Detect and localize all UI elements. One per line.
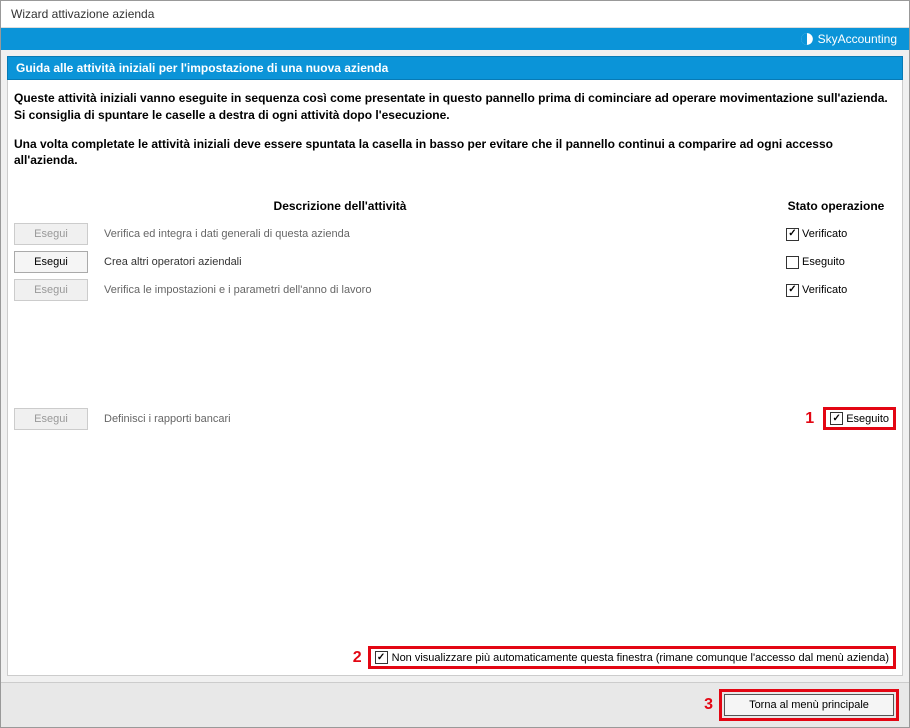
content-panel: Guida alle attività iniziali per l'impos…: [1, 50, 909, 682]
highlight-box-1: Eseguito: [823, 407, 896, 430]
status-label: Verificato: [802, 284, 847, 296]
activity-desc: Definisci i rapporti bancari: [104, 413, 805, 425]
status-checkbox[interactable]: [830, 412, 843, 425]
window-title: Wizard attivazione azienda: [1, 1, 909, 28]
status-checkbox[interactable]: [786, 284, 799, 297]
activity-row-bank: Esegui Definisci i rapporti bancari 1 Es…: [14, 407, 896, 430]
activities-section: Descrizione dell'attività Stato operazio…: [14, 199, 896, 436]
activity-desc: Verifica ed integra i dati generali di q…: [104, 228, 786, 240]
activity-desc: Verifica le impostazioni e i parametri d…: [104, 284, 786, 296]
guide-header: Guida alle attività iniziali per l'impos…: [7, 56, 903, 80]
status-checkbox[interactable]: [786, 228, 799, 241]
hide-window-checkbox[interactable]: [375, 651, 388, 664]
columns-header: Descrizione dell'attività Stato operazio…: [14, 199, 896, 213]
highlight-box-3: Torna al menù principale: [719, 689, 899, 721]
status-label: Eseguito: [802, 256, 845, 268]
annotation-1: 1: [805, 410, 814, 428]
status-label: Verificato: [802, 228, 847, 240]
annotation-3: 3: [704, 696, 713, 714]
activity-row: Esegui Verifica ed integra i dati genera…: [14, 223, 896, 245]
activity-desc: Crea altri operatori aziendali: [104, 256, 786, 268]
brand-logo-icon: [800, 32, 814, 46]
execute-button[interactable]: Esegui: [14, 279, 88, 301]
guide-body: Queste attività iniziali vanno eseguite …: [7, 80, 903, 676]
status-checkbox[interactable]: [786, 256, 799, 269]
execute-button[interactable]: Esegui: [14, 223, 88, 245]
bottom-area: 2 Non visualizzare più automaticamente q…: [14, 646, 896, 669]
annotation-2: 2: [353, 649, 362, 667]
status-label: Eseguito: [846, 413, 889, 425]
intro-paragraph-1: Queste attività iniziali vanno eseguite …: [14, 90, 896, 124]
brand-bar: SkyAccounting: [1, 28, 909, 50]
execute-button[interactable]: Esegui: [14, 251, 88, 273]
brand-label: SkyAccounting: [818, 32, 897, 46]
execute-button[interactable]: Esegui: [14, 408, 88, 430]
hide-window-label: Non visualizzare più automaticamente que…: [392, 652, 889, 664]
activity-row: Esegui Crea altri operatori aziendali Es…: [14, 251, 896, 273]
activity-row: Esegui Verifica le impostazioni e i para…: [14, 279, 896, 301]
back-to-main-menu-button[interactable]: Torna al menù principale: [724, 694, 894, 716]
col-header-desc: Descrizione dell'attività: [104, 199, 776, 213]
col-header-status: Stato operazione: [776, 199, 896, 213]
footer-bar: 3 Torna al menù principale: [1, 682, 909, 727]
highlight-box-2: Non visualizzare più automaticamente que…: [368, 646, 896, 669]
intro-paragraph-2: Una volta completate le attività inizial…: [14, 136, 896, 170]
